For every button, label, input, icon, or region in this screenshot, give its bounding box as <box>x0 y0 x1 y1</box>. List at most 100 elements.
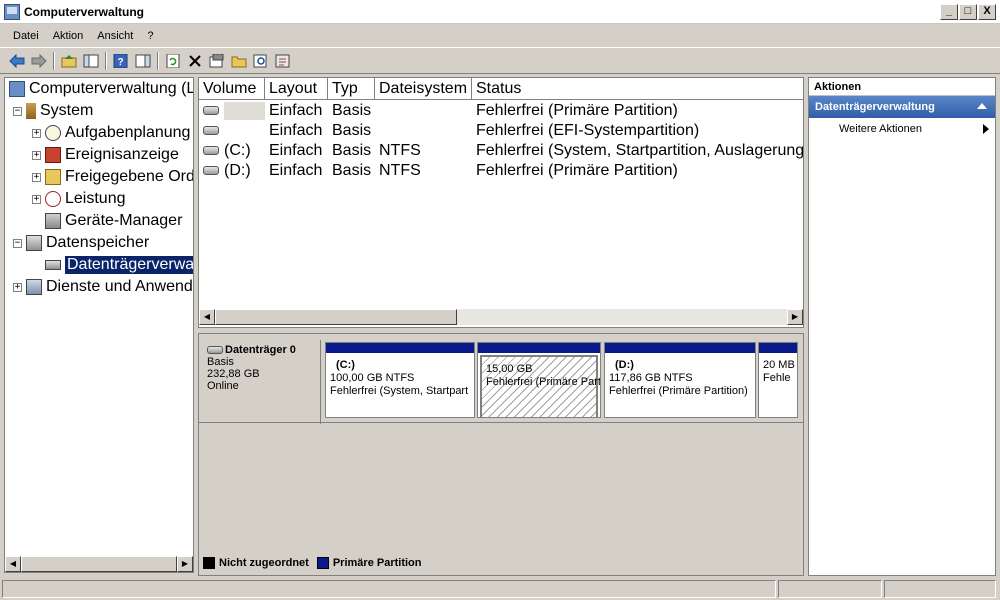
disk-info[interactable]: Datenträger 0 Basis 232,88 GB Online <box>203 340 321 424</box>
scroll-right-icon[interactable]: ▶ <box>787 309 803 325</box>
disk-icon <box>207 346 223 355</box>
properties-pane-button[interactable] <box>132 50 154 72</box>
settings-button[interactable] <box>272 50 294 72</box>
properties-button[interactable] <box>206 50 228 72</box>
tree-item-datentraegerverwaltung[interactable]: Datenträgerverwa <box>45 255 193 275</box>
volume-row[interactable]: Einfach Basis Fehlerfrei (EFI-Systempart… <box>199 121 803 141</box>
tree-item-label: Geräte-Manager <box>65 212 183 229</box>
tree-item-label: Freigegebene Ord <box>65 168 194 185</box>
column-header-dateisystem[interactable]: Dateisystem <box>375 78 472 100</box>
tree-item-freigegebene-ordner[interactable]: + Freigegebene Ord <box>32 167 194 187</box>
delete-button[interactable] <box>184 50 206 72</box>
scroll-left-icon[interactable]: ◀ <box>199 309 215 325</box>
tree-item-label: Leistung <box>65 190 126 207</box>
status-bar <box>0 578 1000 600</box>
column-header-layout[interactable]: Layout <box>265 78 328 100</box>
tree-item-label: Datenspeicher <box>46 234 150 251</box>
collapse-icon[interactable]: − <box>13 106 22 116</box>
volume-list-horizontal-scrollbar[interactable]: ◀ ▶ <box>199 309 803 325</box>
computer-management-icon <box>4 3 20 20</box>
expand-icon[interactable]: + <box>32 172 41 182</box>
menu-datei[interactable]: Datei <box>6 30 46 42</box>
column-header-typ[interactable]: Typ <box>328 78 375 100</box>
partition-20mb[interactable]: 20 MB Fehle <box>758 342 798 418</box>
shared-folder-icon <box>45 169 61 185</box>
volume-row[interactable]: Einfach Basis Fehlerfrei (Primäre Partit… <box>199 101 803 121</box>
partition-15gb[interactable]: 15,00 GB Fehlerfrei (Primäre Part <box>477 342 601 418</box>
partition-c[interactable]: (C:) 100,00 GB NTFS Fehlerfrei (System, … <box>325 342 475 418</box>
tree-item-ereignisanzeige[interactable]: + Ereignisanzeige <box>32 145 179 165</box>
up-button[interactable] <box>58 50 80 72</box>
tree-item-dienste[interactable]: + Dienste und Anwend <box>13 277 193 297</box>
scroll-left-icon[interactable]: ◀ <box>5 556 21 572</box>
tree-item-aufgabenplanung[interactable]: + Aufgabenplanung <box>32 123 190 143</box>
forward-arrow-icon <box>31 53 47 68</box>
scroll-thumb[interactable] <box>21 556 177 572</box>
menu-aktion[interactable]: Aktion <box>46 30 91 42</box>
volume-row[interactable]: (C:) Einfach Basis NTFS Fehlerfrei (Syst… <box>199 141 803 161</box>
tree-item-datenspeicher[interactable]: − Datenspeicher <box>13 233 149 253</box>
show-hide-tree-button[interactable] <box>80 50 102 72</box>
partition-d[interactable]: (D:) 117,86 GB NTFS Fehlerfrei (Primäre … <box>604 342 756 418</box>
more-actions-item[interactable]: Weitere Aktionen <box>809 118 995 140</box>
scroll-track[interactable] <box>457 309 787 325</box>
storage-icon <box>26 235 42 251</box>
volume-cell: (D:) <box>199 161 265 181</box>
expand-icon[interactable]: + <box>32 128 41 138</box>
menu-ansicht[interactable]: Ansicht <box>90 30 140 42</box>
volume-label-blank <box>224 101 265 120</box>
partition-size: 100,00 GB NTFS <box>330 372 415 384</box>
submenu-arrow-icon <box>983 124 989 134</box>
open-button[interactable] <box>228 50 250 72</box>
tree-item-label: Computerverwaltung (L <box>29 80 194 97</box>
disk-state: Online <box>207 380 239 392</box>
refresh-button[interactable] <box>162 50 184 72</box>
volume-list: Volume Layout Typ Dateisystem Status Ein… <box>198 77 804 328</box>
window-controls: _ □ X <box>939 4 996 20</box>
search-button[interactable] <box>250 50 272 72</box>
toolbar-separator <box>53 51 55 70</box>
legend-primary-swatch <box>316 557 329 569</box>
column-header-status[interactable]: Status <box>472 78 803 100</box>
maximize-button[interactable]: □ <box>959 4 977 20</box>
partition-bar <box>326 343 474 353</box>
actions-section-header[interactable]: Datenträgerverwaltung <box>809 96 995 118</box>
scroll-right-icon[interactable]: ▶ <box>177 556 193 572</box>
disk-size: 232,88 GB <box>207 368 260 380</box>
disk-management-icon <box>45 260 61 270</box>
column-header-volume[interactable]: Volume <box>199 78 265 100</box>
close-button[interactable]: X <box>978 4 996 20</box>
expand-icon[interactable]: + <box>13 282 22 292</box>
help-button[interactable]: ? <box>110 50 132 72</box>
volume-cell <box>199 101 265 121</box>
expand-icon[interactable]: + <box>32 150 41 160</box>
expand-icon[interactable]: + <box>32 194 41 204</box>
volume-cell: (C:) <box>199 141 265 161</box>
tree-item-root[interactable]: Computerverwaltung (L <box>9 79 194 99</box>
tree-item-geraete-manager[interactable]: Geräte-Manager <box>45 211 182 231</box>
drive-icon <box>203 166 219 176</box>
forward-button[interactable] <box>28 50 50 72</box>
up-folder-icon <box>61 54 77 67</box>
tree-item-label: Dienste und Anwend <box>46 278 193 295</box>
partition-name: (D:) <box>615 359 634 371</box>
disk-name: Datenträger 0 <box>225 344 296 356</box>
partition-body: (D:) 117,86 GB NTFS Fehlerfrei (Primäre … <box>605 353 755 404</box>
back-button[interactable] <box>6 50 28 72</box>
minimize-button[interactable]: _ <box>940 4 958 20</box>
partition-status: Fehlerfrei (Primäre Partition) <box>609 385 748 397</box>
tree-item-system[interactable]: − System <box>13 101 93 121</box>
collapse-icon[interactable]: − <box>13 238 22 248</box>
services-icon <box>26 279 42 295</box>
properties-icon <box>209 53 224 67</box>
collapse-up-icon[interactable] <box>977 103 987 109</box>
navigation-tree: Computerverwaltung (L − System + Aufgabe… <box>4 77 194 573</box>
menu-help[interactable]: ? <box>140 30 160 42</box>
status-cell <box>778 580 882 598</box>
tree-item-leistung[interactable]: + Leistung <box>32 189 126 209</box>
partition-body: 20 MB Fehle <box>759 353 797 391</box>
volume-row[interactable]: (D:) Einfach Basis NTFS Fehlerfrei (Prim… <box>199 161 803 181</box>
partition-bar <box>605 343 755 353</box>
scroll-thumb[interactable] <box>215 309 457 325</box>
tree-horizontal-scrollbar[interactable]: ◀ ▶ <box>5 556 193 572</box>
